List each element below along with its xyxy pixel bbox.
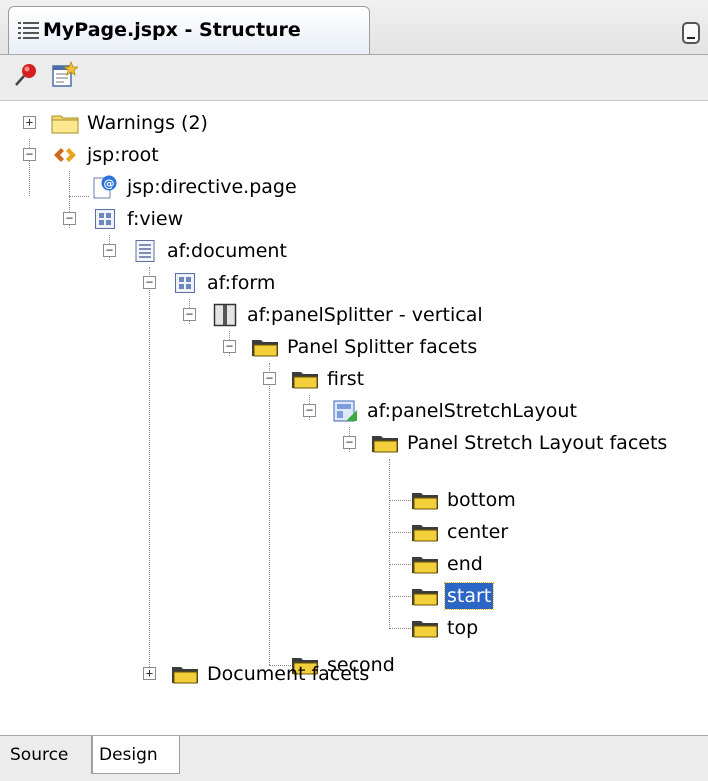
tree-node-warnings[interactable]: Warnings (2) <box>51 107 210 139</box>
xml-tag-icon <box>51 142 79 168</box>
tree-node-label: Warnings (2) <box>87 112 208 134</box>
tree-node-af-panelstretchlayout[interactable]: af:panelStretchLayout <box>331 395 579 427</box>
tree-node-bottom[interactable]: bottom <box>411 484 518 516</box>
collapse-toggle-panel-stretch-layout[interactable]: − <box>303 404 316 417</box>
tree-node-label: f:view <box>127 208 184 230</box>
facet-folder-icon <box>251 334 279 360</box>
tree-node-center[interactable]: center <box>411 516 510 548</box>
tree-connector <box>149 267 150 671</box>
tree-node-af-form[interactable]: af:form <box>171 267 277 299</box>
tree-node-label: Panel Splitter facets <box>287 336 478 358</box>
tree-connector <box>389 459 390 629</box>
facet-folder-icon <box>411 519 439 545</box>
tree-node-label: af:panelSplitter - vertical <box>247 304 483 326</box>
facet-folder-icon <box>411 551 439 577</box>
tree-node-af-panelsplitter[interactable]: af:panelSplitter - vertical <box>211 299 485 331</box>
tree-node-label: top <box>447 617 479 639</box>
tree-node-start[interactable]: start <box>411 580 495 612</box>
tree-connector <box>389 564 411 565</box>
new-view-icon <box>50 60 80 93</box>
tree-connector <box>269 363 270 665</box>
splitter-icon <box>211 302 239 328</box>
tree-node-label-selected: start <box>443 582 495 610</box>
collapse-toggle-af-form[interactable]: − <box>143 276 156 289</box>
tree-node-jsp-directive-page[interactable]: @ jsp:directive.page <box>91 171 299 203</box>
editor-mode-tabs: Source Design <box>0 735 708 781</box>
directive-icon: @ <box>91 174 119 200</box>
facet-folder-icon <box>291 366 319 392</box>
tree-connector <box>389 596 411 597</box>
tree-node-f-view[interactable]: f:view <box>91 203 185 235</box>
pin-button[interactable] <box>10 61 42 93</box>
facet-folder-icon <box>371 430 399 456</box>
facet-folder-icon <box>171 661 199 687</box>
tab-design[interactable]: Design <box>92 736 180 774</box>
tree-node-panel-splitter-facets[interactable]: Panel Splitter facets <box>251 331 479 363</box>
tree-node-label: af:form <box>207 272 276 294</box>
tree-node-label: af:panelStretchLayout <box>367 400 577 422</box>
tree-node-label: jsp:root <box>87 144 159 166</box>
tree-node-label: af:document <box>167 240 287 262</box>
collapse-toggle-panel-stretch-layout-facets[interactable]: − <box>343 436 356 449</box>
svg-text:@: @ <box>104 177 115 190</box>
tree-node-jsp-root[interactable]: jsp:root <box>51 139 161 171</box>
pin-icon <box>12 61 40 93</box>
tab-source[interactable]: Source <box>4 736 92 774</box>
tree-connector <box>389 532 411 533</box>
component-grid-icon <box>91 206 119 232</box>
tab-title: MyPage.jspx - Structure <box>43 19 301 41</box>
collapse-toggle-f-view[interactable]: − <box>63 212 76 225</box>
tree-node-label: bottom <box>447 489 516 511</box>
minimize-icon[interactable] <box>682 22 700 44</box>
tree-node-label: Document facets <box>207 663 370 685</box>
tree-node-panel-stretch-layout-facets[interactable]: Panel Stretch Layout facets <box>371 427 669 459</box>
facet-folder-icon <box>411 615 439 641</box>
structure-icon <box>17 20 41 44</box>
collapse-toggle-af-document[interactable]: − <box>103 244 116 257</box>
collapse-toggle-jsp-root[interactable]: − <box>23 148 36 161</box>
tree-connector <box>389 628 411 629</box>
facet-folder-icon <box>411 487 439 513</box>
tree-node-label: Panel Stretch Layout facets <box>407 432 668 454</box>
folder-icon <box>51 110 79 136</box>
collapse-toggle-panel-splitter-facets[interactable]: − <box>223 340 236 353</box>
tree-node-label: center <box>447 521 509 543</box>
tree-node-top[interactable]: top <box>411 612 480 644</box>
facet-folder-icon <box>411 583 439 609</box>
collapse-toggle-panel-splitter[interactable]: − <box>183 308 196 321</box>
tree-node-document-facets[interactable]: Document facets <box>171 658 371 690</box>
structure-tab[interactable]: MyPage.jspx - Structure <box>8 6 370 54</box>
collapse-toggle-first[interactable]: − <box>263 372 276 385</box>
tree-node-first[interactable]: first <box>291 363 366 395</box>
toolbar <box>0 55 708 101</box>
tree-node-af-document[interactable]: af:document <box>131 235 289 267</box>
tree-node-end[interactable]: end <box>411 548 485 580</box>
tree-node-label: first <box>327 368 365 390</box>
tree-connector <box>389 500 411 501</box>
tree-node-label: end <box>447 553 483 575</box>
panel-tab-bar: MyPage.jspx - Structure <box>0 0 708 55</box>
tree-connector <box>69 196 89 197</box>
component-grid-icon <box>171 270 199 296</box>
structure-tree: + − − − − − − − − − + Warnings (2) jsp:r… <box>0 101 708 735</box>
tree-node-label: jsp:directive.page <box>127 176 297 198</box>
new-view-button[interactable] <box>48 60 80 93</box>
document-icon <box>131 238 159 264</box>
stretch-layout-icon <box>331 398 359 424</box>
expand-toggle-warnings[interactable]: + <box>23 116 36 129</box>
expand-toggle-document-facets[interactable]: + <box>143 667 156 680</box>
